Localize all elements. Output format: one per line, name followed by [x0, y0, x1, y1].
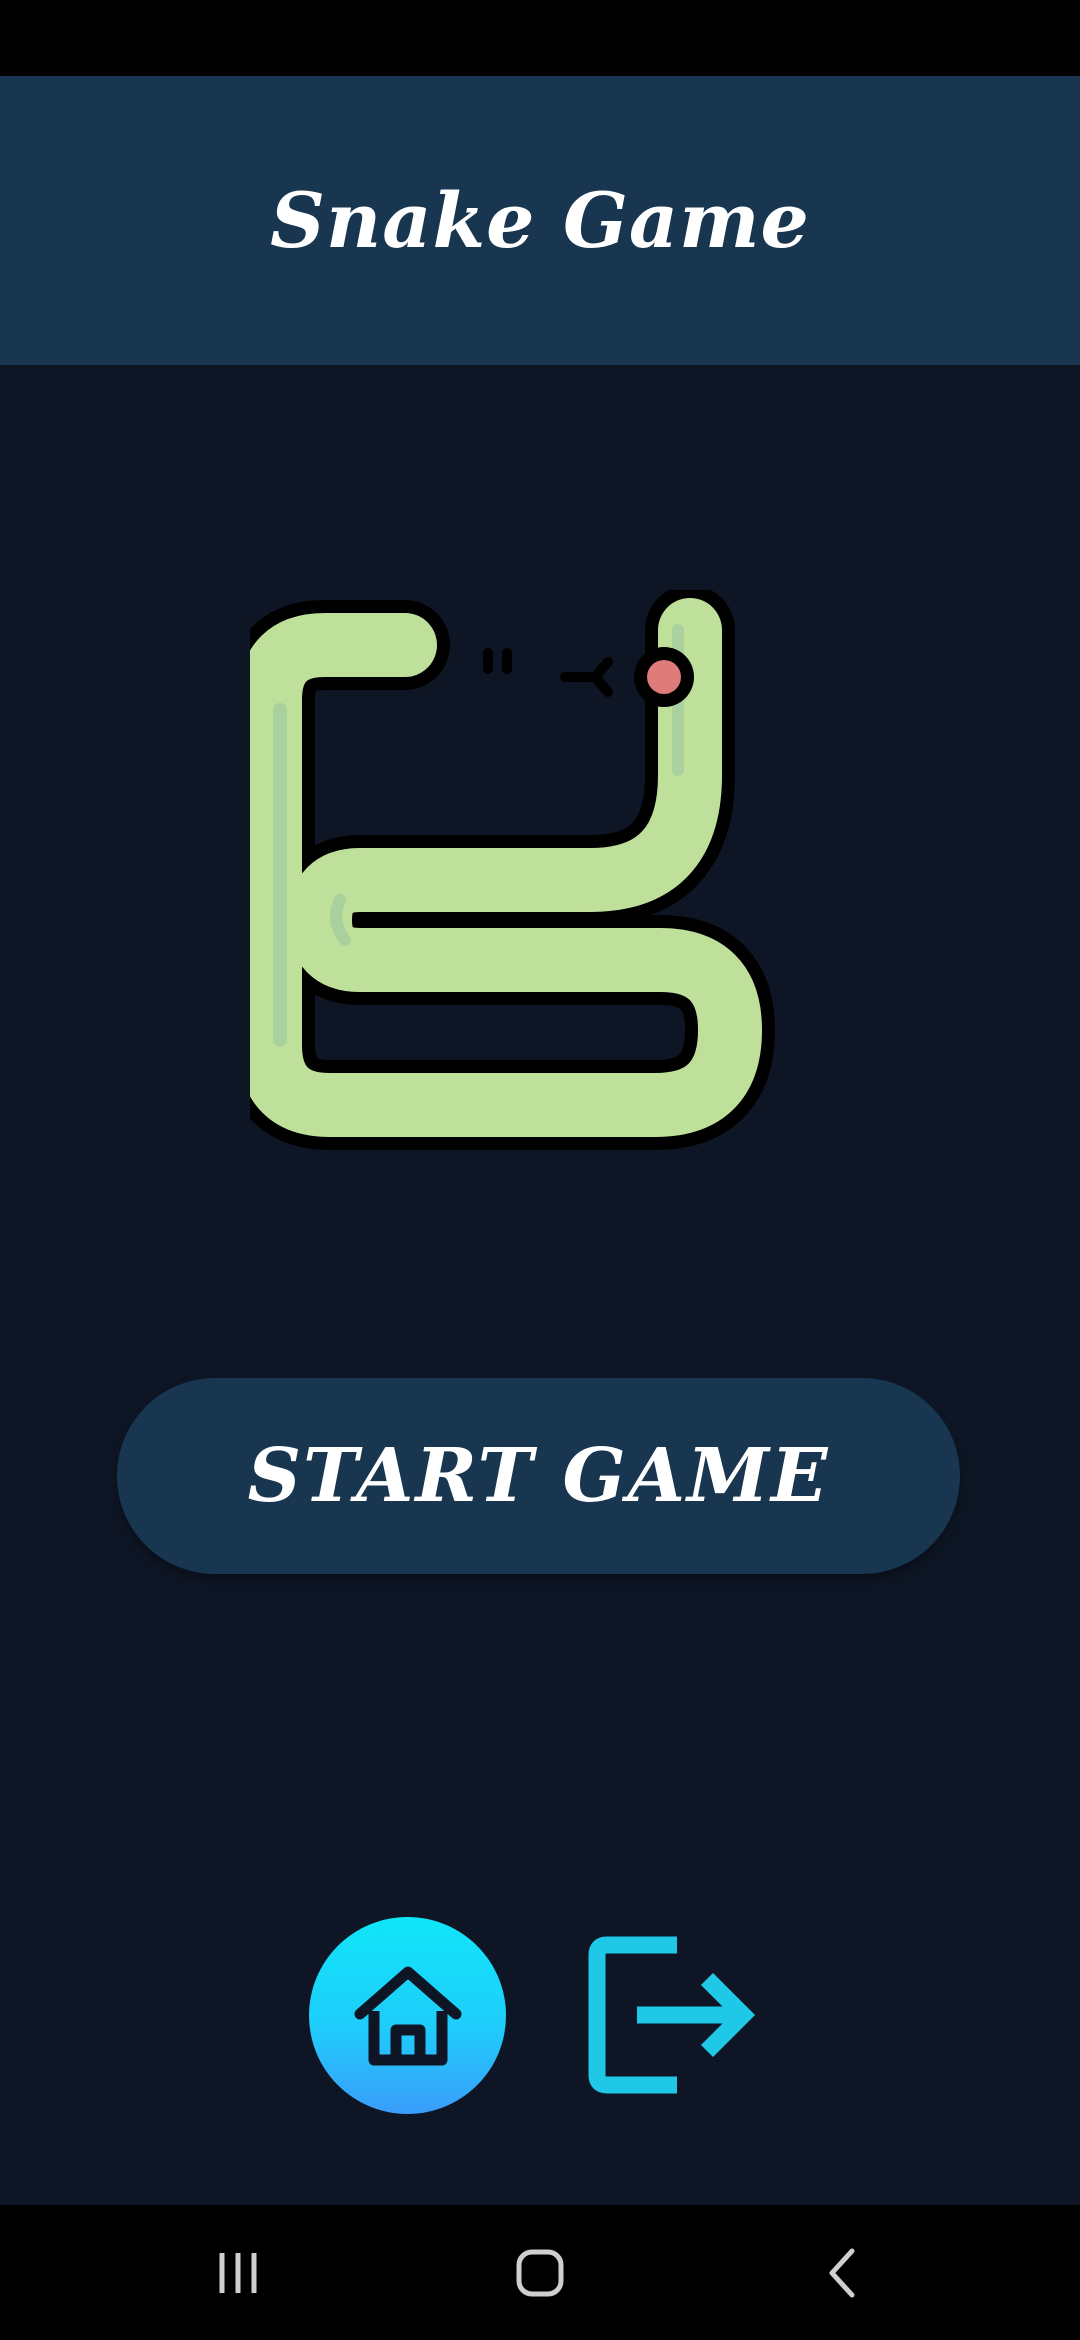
system-nav-bar [0, 2205, 1080, 2340]
page-title: Snake Game [270, 176, 810, 265]
nav-home-icon [516, 2249, 564, 2296]
app-header: Snake Game [0, 76, 1080, 365]
recents-icon [219, 2252, 257, 2293]
exit-button[interactable] [585, 1935, 760, 2095]
home-icon [354, 1966, 461, 2065]
start-game-button[interactable]: START GAME [117, 1378, 960, 1574]
nav-home-button[interactable] [460, 2205, 620, 2340]
home-button[interactable] [309, 1917, 506, 2114]
back-icon [829, 2248, 855, 2297]
snake-icon [225, 585, 775, 1150]
logout-icon [588, 1936, 756, 2094]
status-bar [0, 0, 1080, 76]
start-game-label: START GAME [247, 1433, 830, 1519]
snake-logo [225, 585, 830, 1150]
nav-back-button[interactable] [764, 2205, 924, 2340]
nav-recents-button[interactable] [158, 2205, 318, 2340]
